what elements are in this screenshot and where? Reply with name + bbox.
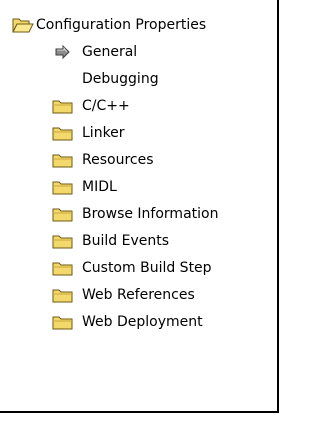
tree-item-custom-build-step[interactable]: Custom Build Step: [0, 255, 277, 282]
tree-item-label: Resources: [82, 152, 154, 168]
tree-item-web-references[interactable]: Web References: [0, 282, 277, 309]
arrow-right-icon: [55, 45, 71, 59]
tree-root-configuration-properties[interactable]: Configuration Properties: [0, 12, 277, 39]
tree-item-debugging[interactable]: Debugging: [0, 66, 277, 93]
tree-item-midl[interactable]: MIDL: [0, 174, 277, 201]
tree-item-general[interactable]: General: [0, 39, 277, 66]
folder-icon: [52, 123, 74, 143]
tree-item-label: Browse Information: [82, 206, 219, 222]
tree-item-label: Debugging: [82, 71, 159, 87]
tree-item-label: Build Events: [82, 233, 169, 249]
tree-item-label: General: [82, 44, 138, 60]
tree-item-label: Custom Build Step: [82, 260, 212, 276]
folder-icon: [52, 150, 74, 170]
folder-icon: [52, 177, 74, 197]
tree-item-label: Web Deployment: [82, 314, 203, 330]
folder-icon: [52, 204, 74, 224]
property-tree-panel: Configuration Properties General Debuggi…: [0, 0, 279, 413]
tree-item-build-events[interactable]: Build Events: [0, 228, 277, 255]
tree-item-c-cpp[interactable]: C/C++: [0, 93, 277, 120]
tree-item-web-deployment[interactable]: Web Deployment: [0, 309, 277, 336]
tree-item-label: C/C++: [82, 98, 130, 114]
tree-item-resources[interactable]: Resources: [0, 147, 277, 174]
folder-icon: [52, 231, 74, 251]
tree-item-label: MIDL: [82, 179, 117, 195]
tree-item-label: Web References: [82, 287, 195, 303]
tree-item-linker[interactable]: Linker: [0, 120, 277, 147]
tree-item-label: Linker: [82, 125, 125, 141]
tree-root-label: Configuration Properties: [36, 17, 207, 33]
open-folder-icon: [12, 15, 34, 35]
folder-icon: [52, 96, 74, 116]
folder-icon: [52, 312, 74, 332]
configuration-tree: Configuration Properties General Debuggi…: [0, 12, 277, 336]
folder-icon: [52, 285, 74, 305]
folder-icon: [52, 258, 74, 278]
tree-item-browse-information[interactable]: Browse Information: [0, 201, 277, 228]
